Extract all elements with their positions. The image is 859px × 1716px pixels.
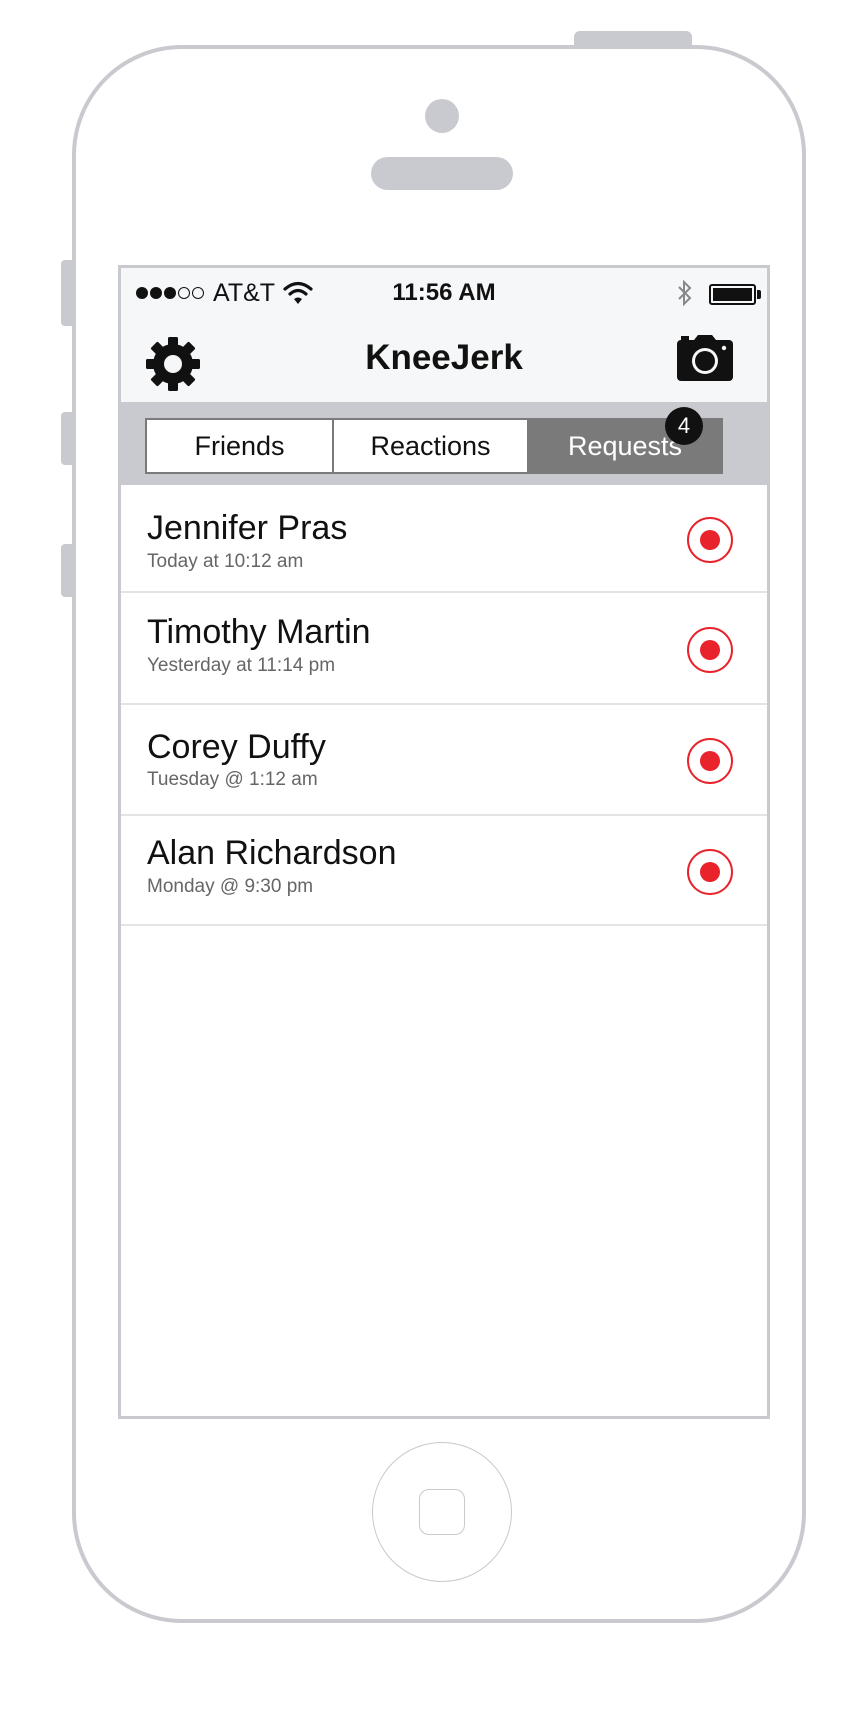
battery-icon	[709, 284, 756, 305]
segmented-control: Friends Reactions Requests 4	[121, 402, 767, 485]
list-item[interactable]: Jennifer Pras Today at 10:12 am	[121, 485, 767, 593]
status-bar: AT&T 11:56 AM	[121, 268, 767, 316]
record-button[interactable]	[687, 517, 733, 563]
record-button[interactable]	[687, 849, 733, 895]
request-time: Yesterday at 11:14 pm	[147, 655, 336, 676]
app-title: KneeJerk	[365, 338, 523, 377]
earpiece-speaker	[371, 157, 513, 190]
battery-tip	[757, 290, 761, 299]
record-icon	[700, 530, 720, 550]
requests-count-badge: 4	[665, 407, 703, 445]
list-item[interactable]: Timothy Martin Yesterday at 11:14 pm	[121, 593, 767, 705]
home-button-icon	[419, 1489, 465, 1535]
bluetooth-icon	[676, 279, 694, 312]
record-icon	[700, 640, 720, 660]
request-time: Tuesday @ 1:12 am	[147, 769, 318, 790]
screen: AT&T 11:56 AM KneeJerk Friends Reactions…	[118, 265, 770, 1419]
front-camera	[425, 99, 459, 133]
battery-level	[713, 288, 752, 301]
navigation-bar: KneeJerk	[121, 316, 767, 402]
request-name: Jennifer Pras	[147, 509, 348, 547]
record-button[interactable]	[687, 627, 733, 673]
list-item[interactable]: Alan Richardson Monday @ 9:30 pm	[121, 816, 767, 926]
requests-list: Jennifer Pras Today at 10:12 am Timothy …	[121, 485, 767, 926]
request-name: Timothy Martin	[147, 613, 371, 651]
record-icon	[700, 751, 720, 771]
record-icon	[700, 862, 720, 882]
status-time: 11:56 AM	[392, 279, 496, 306]
tab-friends[interactable]: Friends	[145, 418, 334, 474]
request-time: Monday @ 9:30 pm	[147, 876, 314, 897]
camera-icon[interactable]	[677, 335, 733, 386]
home-button[interactable]	[372, 1442, 512, 1582]
request-time: Today at 10:12 am	[147, 551, 304, 572]
tab-reactions[interactable]: Reactions	[332, 418, 529, 474]
request-name: Alan Richardson	[147, 834, 397, 872]
request-name: Corey Duffy	[147, 728, 326, 766]
list-item[interactable]: Corey Duffy Tuesday @ 1:12 am	[121, 705, 767, 816]
record-button[interactable]	[687, 738, 733, 784]
